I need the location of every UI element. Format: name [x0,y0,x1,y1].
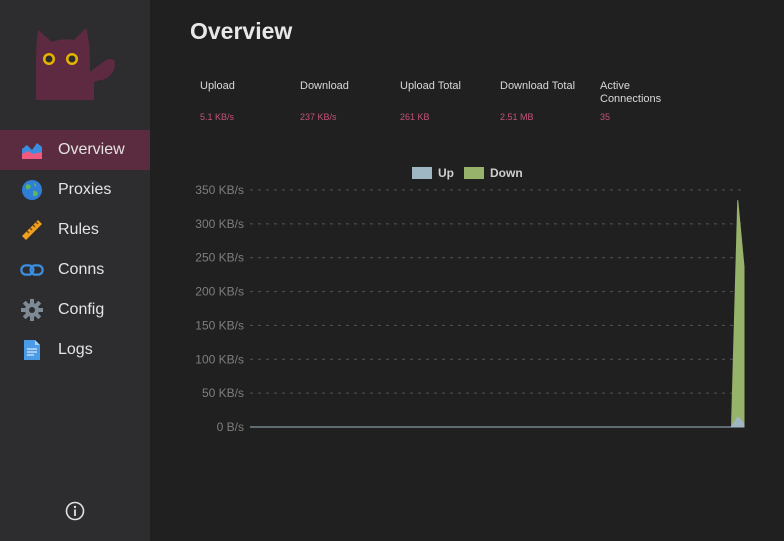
sidebar-item-config[interactable]: Config [0,290,150,330]
main-content: Overview Upload 5.1 KB/s Download 237 KB… [150,0,784,541]
sidebar-item-conns[interactable]: Conns [0,250,150,290]
chart-area-icon [20,138,44,162]
y-tick-label: 200 KB/s [195,285,244,299]
sidebar-item-label: Proxies [58,181,112,198]
document-icon [20,338,44,362]
sidebar-item-label: Rules [58,221,99,238]
sidebar-nav: Overview Proxies Rules Conns Config Logs [0,130,150,370]
sidebar-item-overview[interactable]: Overview [0,130,150,170]
link-icon [20,258,44,282]
y-tick-label: 150 KB/s [195,318,244,332]
sidebar-item-label: Config [58,301,105,318]
y-tick-label: 250 KB/s [195,251,244,265]
sidebar-item-rules[interactable]: Rules [0,210,150,250]
gear-icon [20,298,44,322]
y-tick-label: 350 KB/s [195,183,244,197]
cat-logo-icon[interactable] [28,24,120,104]
sidebar-item-label: Conns [58,261,105,278]
ruler-icon [20,218,44,242]
sidebar-item-label: Logs [58,341,93,358]
sidebar-item-proxies[interactable]: Proxies [0,170,150,210]
series-area-up [250,416,745,428]
globe-icon [20,178,44,202]
y-tick-label: 300 KB/s [195,217,244,231]
info-icon[interactable] [64,500,86,522]
y-tick-label: 100 KB/s [195,352,244,366]
sidebar-item-label: Overview [58,141,125,158]
traffic-chart: 350 KB/s 300 KB/s 250 KB/s 200 KB/s 150 KB/s… [195,183,745,434]
y-tick-label: 50 KB/s [202,386,244,400]
sidebar-item-logs[interactable]: Logs [0,330,150,370]
sidebar: Overview Proxies Rules Conns Config Logs [0,0,150,541]
y-tick-label: 0 B/s [217,420,244,434]
